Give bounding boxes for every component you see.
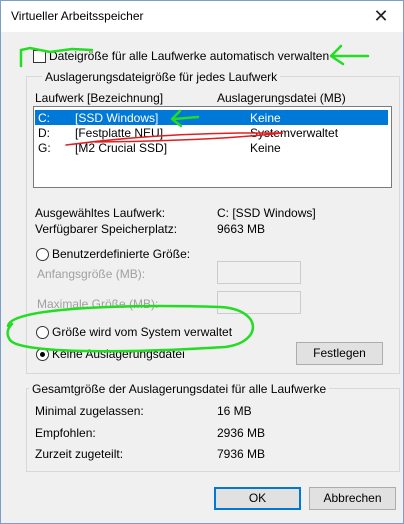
- allocated-label: Zurzeit zugeteilt:: [35, 447, 124, 461]
- selected-drive-value: C: [SSD Windows]: [217, 206, 316, 220]
- initial-size-input[interactable]: [217, 261, 301, 284]
- no-paging-radio[interactable]: [36, 348, 49, 361]
- close-icon[interactable]: ✕: [358, 0, 404, 32]
- drive-label: [Festplatte NEU]: [75, 126, 164, 140]
- drive-letter: G:: [38, 141, 51, 155]
- column-header-drive: Laufwerk [Bezeichnung]: [35, 91, 164, 105]
- min-value: 16 MB: [217, 404, 252, 418]
- no-paging-label[interactable]: Keine Auslagerungsdatei: [52, 347, 185, 361]
- recommended-label: Empfohlen:: [35, 426, 96, 440]
- drive-paging: Systemverwaltet: [250, 126, 339, 140]
- drive-row-c[interactable]: C: [SSD Windows] Keine: [35, 110, 388, 125]
- drive-row-g[interactable]: G: [M2 Crucial SSD] Keine: [35, 140, 388, 155]
- ok-button[interactable]: OK: [214, 487, 301, 510]
- custom-size-radio[interactable]: [36, 248, 49, 261]
- system-managed-radio[interactable]: [36, 326, 49, 339]
- selected-drive-label: Ausgewähltes Laufwerk:: [35, 206, 166, 220]
- free-space-label: Verfügbarer Speicherplatz:: [35, 222, 178, 236]
- totals-group-title: Gesamtgröße der Auslagerungsdatei für al…: [29, 382, 330, 396]
- max-size-input[interactable]: [217, 291, 301, 314]
- drive-paging: Keine: [250, 141, 281, 155]
- auto-manage-label[interactable]: Dateigröße für alle Laufwerke automatisc…: [49, 49, 329, 63]
- custom-size-label[interactable]: Benutzerdefinierte Größe:: [52, 247, 190, 261]
- set-button[interactable]: Festlegen: [296, 342, 383, 365]
- window-title: Virtueller Arbeitsspeicher: [11, 9, 144, 23]
- green-arrow-annotation: [329, 44, 370, 66]
- drive-label: [SSD Windows]: [75, 111, 159, 125]
- system-managed-label[interactable]: Größe wird vom System verwaltet: [52, 325, 232, 339]
- min-label: Minimal zugelassen:: [35, 404, 144, 418]
- column-header-paging: Auslagerungsdatei (MB): [217, 91, 346, 105]
- drive-row-d[interactable]: D: [Festplatte NEU] Systemverwaltet: [35, 125, 388, 140]
- drive-letter: C:: [38, 111, 50, 125]
- drive-letter: D:: [38, 126, 50, 140]
- recommended-value: 2936 MB: [217, 426, 266, 440]
- title-bar: Virtueller Arbeitsspeicher ✕: [0, 0, 404, 32]
- cancel-button[interactable]: Abbrechen: [309, 487, 396, 510]
- drive-label: [M2 Crucial SSD]: [75, 141, 168, 155]
- auto-manage-checkbox[interactable]: [33, 50, 46, 63]
- drive-list[interactable]: C: [SSD Windows] Keine D: [Festplatte NE…: [33, 106, 392, 188]
- per-drive-group-title: Auslagerungsdateigröße für jedes Laufwer…: [42, 70, 281, 84]
- drive-paging: Keine: [250, 111, 281, 125]
- initial-size-label: Anfangsgröße (MB):: [37, 267, 146, 281]
- allocated-value: 7936 MB: [217, 447, 266, 461]
- free-space-value: 9663 MB: [217, 222, 266, 236]
- max-size-label: Maximale Größe (MB):: [37, 297, 159, 311]
